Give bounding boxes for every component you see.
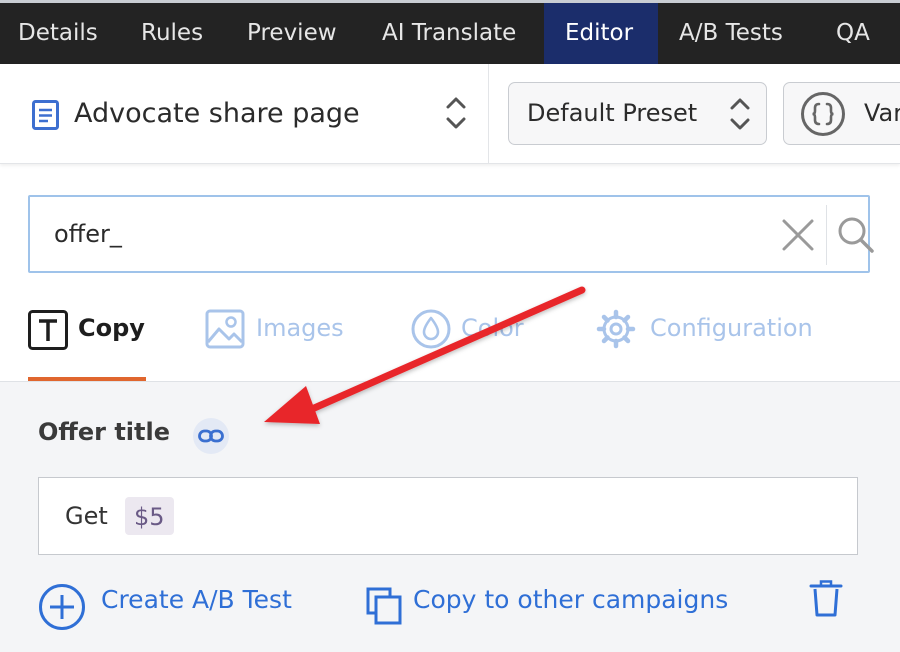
copy-panel: Offer title Get $5 Create A/B Test Copy … <box>0 382 900 652</box>
variable-token[interactable]: $5 <box>125 497 174 535</box>
search-icon[interactable] <box>836 215 876 255</box>
offer-title-field[interactable]: Get $5 <box>38 477 858 555</box>
variables-button[interactable]: Var <box>783 82 900 145</box>
droplet-icon <box>411 309 451 349</box>
copy-to-campaigns-button[interactable]: Copy to other campaigns <box>366 583 776 627</box>
tab-editor[interactable]: Editor <box>544 3 658 64</box>
copy-to-campaigns-label: Copy to other campaigns <box>413 585 729 614</box>
tab-details[interactable]: Details <box>18 3 98 64</box>
text-icon <box>28 310 68 350</box>
page-selector[interactable]: Advocate share page <box>28 88 468 140</box>
chevron-updown-icon <box>446 97 466 129</box>
tab-copy[interactable]: Copy <box>28 306 148 352</box>
image-icon <box>205 309 245 349</box>
tab-rules[interactable]: Rules <box>141 3 203 64</box>
close-icon[interactable] <box>780 217 816 253</box>
search-field <box>28 195 874 273</box>
tab-qa[interactable]: QA <box>836 3 870 64</box>
field-text: Get <box>65 502 108 530</box>
field-label: Offer title <box>38 418 170 446</box>
link-icon[interactable] <box>193 418 229 454</box>
top-navigation: Details Rules Preview AI Translate Edito… <box>0 0 900 64</box>
tab-images[interactable]: Images <box>205 306 355 352</box>
tab-images-label: Images <box>256 314 344 342</box>
tab-configuration[interactable]: Configuration <box>596 306 836 352</box>
gear-icon <box>596 309 636 349</box>
tab-preview[interactable]: Preview <box>247 3 337 64</box>
tab-configuration-label: Configuration <box>650 314 813 342</box>
tab-ai-translate[interactable]: AI Translate <box>382 3 516 64</box>
search-input[interactable] <box>54 215 774 253</box>
preset-selector[interactable]: Default Preset <box>508 82 767 145</box>
document-icon <box>32 100 59 130</box>
plus-circle-icon <box>39 584 85 630</box>
tab-copy-label: Copy <box>78 314 145 342</box>
preset-label: Default Preset <box>527 99 698 127</box>
editor-toolbar: Advocate share page Default Preset Var <box>0 64 900 164</box>
chevron-updown-icon <box>730 98 750 130</box>
copy-icon <box>366 587 402 625</box>
create-ab-test-button[interactable]: Create A/B Test <box>38 583 328 630</box>
tab-ab-tests[interactable]: A/B Tests <box>679 3 783 64</box>
trash-icon[interactable] <box>808 580 844 618</box>
variables-label: Var <box>864 99 900 127</box>
toolbar-divider <box>488 64 489 164</box>
tab-color-label: Color <box>461 314 524 342</box>
page-title: Advocate share page <box>74 98 360 129</box>
tab-color[interactable]: Color <box>411 306 541 352</box>
search-divider <box>826 205 827 265</box>
create-ab-test-label: Create A/B Test <box>101 585 292 614</box>
curly-braces-icon <box>801 92 845 136</box>
